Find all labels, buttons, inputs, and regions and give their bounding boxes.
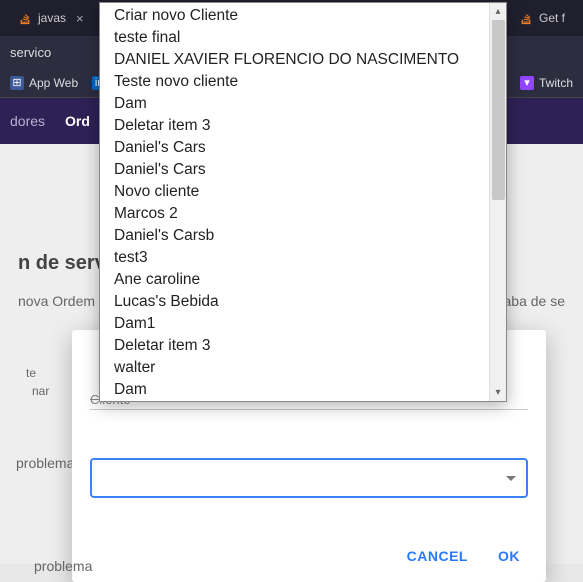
url-text: servico — [10, 45, 51, 60]
problema-label: problema — [16, 455, 74, 471]
browser-window: javas × Get f servico ⊞ App Web in Lin ▾… — [0, 0, 583, 564]
browser-tab[interactable]: Get f — [509, 5, 575, 31]
cancel-button[interactable]: CANCEL — [407, 548, 468, 564]
bookmark-label: App Web — [29, 76, 78, 90]
stackoverflow-icon — [18, 11, 32, 25]
dropdown-option[interactable]: Dam — [100, 93, 489, 115]
dropdown-option[interactable]: Teste novo cliente — [100, 71, 489, 93]
dropdown-option[interactable]: Novo cliente — [100, 181, 489, 203]
ok-button[interactable]: OK — [498, 548, 520, 564]
close-icon[interactable]: × — [76, 11, 84, 26]
nav-item[interactable]: dores — [10, 113, 45, 129]
dropdown-option[interactable]: Dam1 — [100, 313, 489, 335]
dropdown-option[interactable]: Criar novo Cliente — [100, 5, 489, 27]
dropdown-option[interactable]: Deletar item 3 — [100, 115, 489, 137]
stackoverflow-icon — [519, 11, 533, 25]
label-te: te — [26, 366, 36, 380]
scrollbar[interactable]: ▴ ▾ — [489, 3, 506, 401]
combo-select[interactable]: problema — [90, 458, 528, 498]
dropdown-listbox[interactable]: Criar novo Clienteteste finalDANIEL XAVI… — [99, 2, 507, 402]
dropdown-option[interactable]: walter — [100, 357, 489, 379]
dropdown-option[interactable]: teste final — [100, 27, 489, 49]
bookmark-label: Twitch — [539, 76, 573, 90]
dropdown-option[interactable]: DANIEL XAVIER FLORENCIO DO NASCIMENTO — [100, 49, 489, 71]
dropdown-option[interactable]: Lucas's Bebida — [100, 291, 489, 313]
dropdown-items: Criar novo Clienteteste finalDANIEL XAVI… — [100, 3, 489, 401]
page-subtext: nova Ordem d — [18, 293, 107, 309]
problema-side: problema — [34, 558, 92, 574]
dropdown-option[interactable]: Daniel's Cars — [100, 137, 489, 159]
tab-label: Get f — [539, 11, 565, 25]
bookmark-appweb[interactable]: ⊞ App Web — [10, 76, 78, 90]
browser-tab[interactable]: javas × — [8, 5, 94, 32]
dialog-actions: CANCEL OK — [90, 542, 528, 572]
scroll-down-icon[interactable]: ▾ — [490, 384, 506, 401]
tab-label: javas — [38, 11, 66, 25]
nav-item-active[interactable]: Ord — [65, 113, 90, 129]
dropdown-option[interactable]: Marcos 2 — [100, 203, 489, 225]
dropdown-option[interactable]: Deletar item 3 — [100, 335, 489, 357]
twitch-icon: ▾ — [520, 76, 534, 90]
chevron-down-icon — [506, 476, 516, 481]
dropdown-option[interactable]: Ane caroline — [100, 269, 489, 291]
dropdown-option[interactable]: Daniel's Cars — [100, 159, 489, 181]
dropdown-option[interactable]: Daniel's Carsb — [100, 225, 489, 247]
app-icon: ⊞ — [10, 76, 24, 90]
dropdown-option[interactable]: test3 — [100, 247, 489, 269]
dropdown-option[interactable]: Dam — [100, 379, 489, 401]
label-nar: nar — [32, 384, 49, 398]
bookmark-twitch[interactable]: ▾ Twitch — [520, 76, 573, 90]
scroll-up-icon[interactable]: ▴ — [490, 3, 506, 20]
scroll-thumb[interactable] — [492, 20, 505, 200]
